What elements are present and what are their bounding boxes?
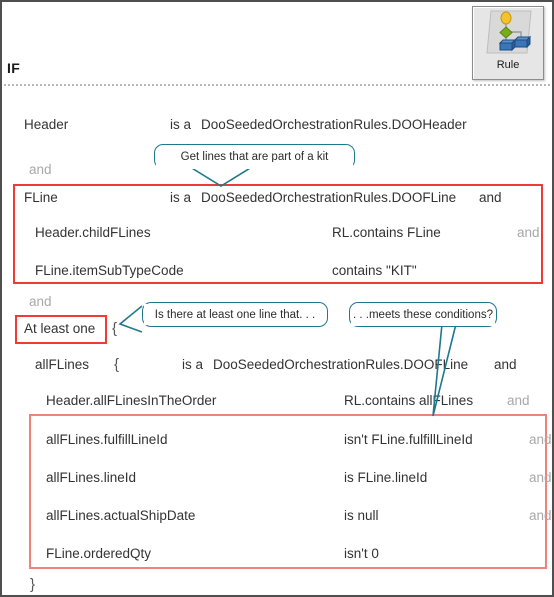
conjunction-label: and <box>507 393 530 408</box>
condition-operator: RL.contains FLine <box>332 225 441 240</box>
condition-row-fline[interactable]: FLine is a DooSeededOrchestrationRules.D… <box>2 187 552 209</box>
condition-operator: contains "KIT" <box>332 263 417 278</box>
if-section-label: IF <box>7 60 21 76</box>
condition-subject: FLine <box>24 190 58 205</box>
rule-editor-screenshot: IF Rule Header is a DooSeededOrchestrati… <box>0 0 554 597</box>
condition-row-orderedqty[interactable]: FLine.orderedQty isn't 0 <box>2 543 552 565</box>
conjunction-label: and <box>517 225 540 240</box>
condition-row-allflines[interactable]: allFLines { is a DooSeededOrchestrationR… <box>2 354 552 376</box>
condition-row-header[interactable]: Header is a DooSeededOrchestrationRules.… <box>2 114 552 136</box>
condition-row-actualshipdate[interactable]: allFLines.actualShipDate is null and <box>2 505 552 527</box>
callout-text: Get lines that are part of a kit <box>180 150 329 163</box>
condition-subject: allFLines <box>35 357 90 372</box>
condition-row-fulfilllineid[interactable]: allFLines.fulfillLineId isn't FLine.fulf… <box>2 429 552 451</box>
close-brace: } <box>30 576 36 593</box>
condition-operator: is a <box>170 117 192 132</box>
callout-kit-seam-mask <box>156 162 353 169</box>
rule-button[interactable]: Rule <box>472 6 544 80</box>
condition-row-lineid[interactable]: allFLines.lineId is FLine.lineId and <box>2 467 552 489</box>
condition-row-close-brace: } <box>2 574 552 595</box>
conjunction-label: and <box>29 162 52 177</box>
conjunction-label: and <box>529 432 552 447</box>
callout-text: . . .meets these conditions? <box>353 308 493 321</box>
condition-subject: FLine.itemSubTypeCode <box>35 263 184 278</box>
conjunction-label: and <box>494 357 517 372</box>
conjunction-label: and <box>29 294 52 309</box>
condition-subject: Header <box>24 117 69 132</box>
condition-value: DooSeededOrchestrationRules.DOOFLine <box>213 357 469 372</box>
callout-at-least-one: Is there at least one line that. . . <box>142 302 328 327</box>
callout-text: Is there at least one line that. . . <box>154 308 316 321</box>
conjunction-label: and <box>529 508 552 523</box>
callout-at-least-one-seam-mask <box>144 304 148 325</box>
condition-operator: is FLine.lineId <box>344 470 428 485</box>
callout-conditions-seam-mask <box>351 320 495 326</box>
condition-row-header-childflines[interactable]: Header.childFLines RL.contains FLine and <box>2 222 552 244</box>
condition-value: DooSeededOrchestrationRules.DOOHeader <box>201 117 467 132</box>
open-brace: { <box>112 320 118 337</box>
rule-button-label: Rule <box>496 59 520 71</box>
condition-operator: RL.contains allFLines <box>344 393 474 408</box>
condition-operator: isn't 0 <box>344 546 379 561</box>
rule-tree-icon <box>479 9 537 59</box>
condition-value: DooSeededOrchestrationRules.DOOFLine <box>201 190 457 205</box>
open-brace: { <box>114 356 120 373</box>
condition-subject: allFLines.fulfillLineId <box>46 432 168 447</box>
condition-subject: Header.childFLines <box>35 225 151 240</box>
condition-operator: isn't FLine.fulfillLineId <box>344 432 473 447</box>
condition-operator: is a <box>182 357 204 372</box>
condition-subject: FLine.orderedQty <box>46 546 152 561</box>
conjunction-label: and <box>529 470 552 485</box>
condition-subject: Header.allFLinesInTheOrder <box>46 393 217 408</box>
condition-operator: is null <box>344 508 379 523</box>
condition-subject: allFLines.actualShipDate <box>46 508 196 523</box>
condition-row-itemsubtypecode[interactable]: FLine.itemSubTypeCode contains "KIT" <box>2 260 552 282</box>
condition-operator: is a <box>170 190 192 205</box>
condition-subject: allFLines.lineId <box>46 470 137 485</box>
section-divider <box>4 84 550 86</box>
condition-row-allflinesintheorder[interactable]: Header.allFLinesInTheOrder RL.contains a… <box>2 390 552 412</box>
condition-subject: At least one <box>24 321 96 336</box>
conjunction-label: and <box>479 190 502 205</box>
